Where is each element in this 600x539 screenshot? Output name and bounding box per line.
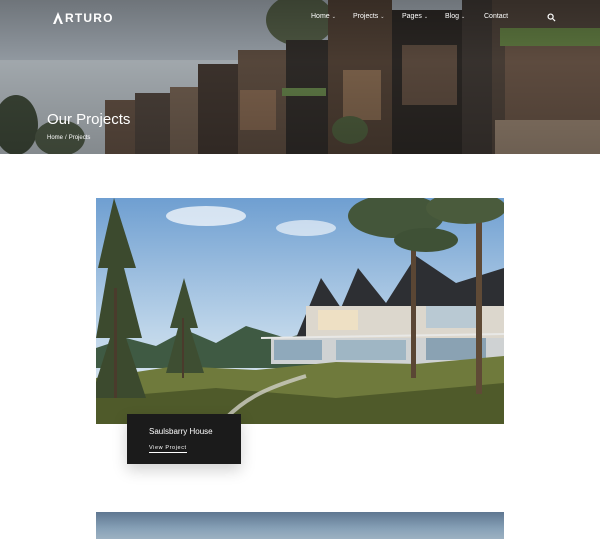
nav-item-contact[interactable]: Contact — [484, 13, 508, 20]
nav-item-blog[interactable]: Blog ⌄ — [445, 13, 465, 20]
nav-item-label: Pages — [402, 13, 422, 20]
project-house-illustration — [96, 198, 504, 424]
nav-item-label: Projects — [353, 13, 379, 20]
chevron-down-icon: ⌄ — [331, 13, 336, 20]
project-caption-card: Saulsbarry House View Project — [127, 414, 241, 464]
nav-item-home[interactable]: Home ⌄ — [311, 13, 336, 20]
page-title: Our Projects — [47, 111, 131, 128]
breadcrumb-current: Projects — [68, 135, 91, 141]
nav-item-label: Blog — [445, 13, 460, 20]
chevron-down-icon: ⌄ — [380, 13, 385, 20]
chevron-down-icon: ⌄ — [461, 13, 466, 20]
nav-item-label: Contact — [484, 13, 509, 20]
view-project-link[interactable]: View Project — [149, 445, 187, 453]
next-project-image[interactable] — [96, 512, 504, 539]
main-navigation: Home ⌄ Projects ⌄ Pages ⌄ Blog ⌄ Contact — [0, 13, 600, 25]
breadcrumb-separator: / — [65, 135, 67, 141]
project-title: Saulsbarry House — [149, 427, 213, 436]
project-image[interactable] — [96, 198, 504, 424]
breadcrumb: Home / Projects — [47, 135, 92, 141]
breadcrumb-home-link[interactable]: Home — [47, 135, 63, 141]
nav-item-pages[interactable]: Pages ⌄ — [402, 13, 428, 20]
hero-banner: RTURO Home ⌄ Projects ⌄ Pages ⌄ Blog ⌄ C… — [0, 0, 600, 154]
nav-item-projects[interactable]: Projects ⌄ — [353, 13, 385, 20]
chevron-down-icon: ⌄ — [423, 13, 429, 20]
nav-item-label: Home — [311, 13, 330, 20]
search-icon[interactable] — [547, 13, 556, 22]
